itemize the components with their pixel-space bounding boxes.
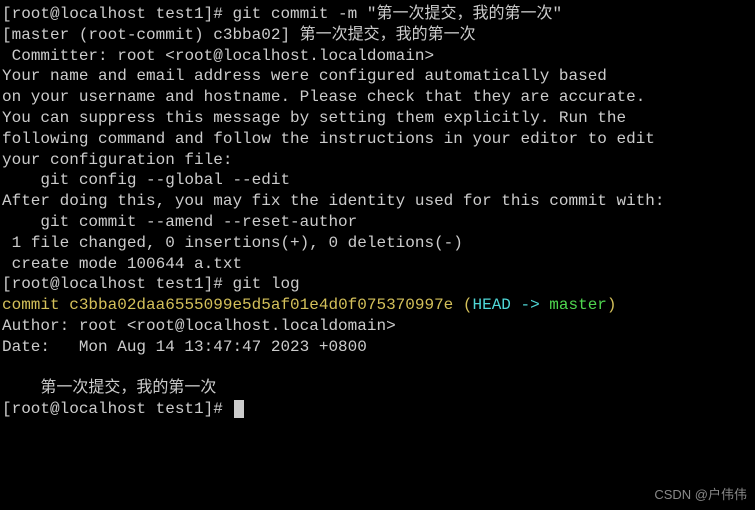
commit-message: 第一次提交，我的第一次 — [2, 378, 753, 399]
output-line: your configuration file: — [2, 150, 753, 171]
output-line: Committer: root <root@localhost.localdom… — [2, 46, 753, 67]
command-text: git commit -m "第一次提交，我的第一次" — [232, 5, 562, 23]
shell-prompt: [root@localhost test1]# — [2, 400, 232, 418]
paren-open: ( — [453, 296, 472, 314]
commit-label: commit — [2, 296, 69, 314]
commit-hash: c3bba02daa6555099e5d5af01e4d0f075370997e — [69, 296, 453, 314]
blank-line — [2, 358, 753, 379]
command-line-1[interactable]: [root@localhost test1]# git commit -m "第… — [2, 4, 753, 25]
branch-name: master — [549, 296, 607, 314]
commit-line: commit c3bba02daa6555099e5d5af01e4d0f075… — [2, 295, 753, 316]
date-line: Date: Mon Aug 14 13:47:47 2023 +0800 — [2, 337, 753, 358]
command-line-2[interactable]: [root@localhost test1]# git log — [2, 274, 753, 295]
output-line: git config --global --edit — [2, 170, 753, 191]
command-text: git log — [232, 275, 299, 293]
output-line: After doing this, you may fix the identi… — [2, 191, 753, 212]
shell-prompt: [root@localhost test1]# — [2, 5, 232, 23]
output-line: Your name and email address were configu… — [2, 66, 753, 87]
author-line: Author: root <root@localhost.localdomain… — [2, 316, 753, 337]
paren-close: ) — [607, 296, 617, 314]
output-line: git commit --amend --reset-author — [2, 212, 753, 233]
watermark-text: CSDN @户伟伟 — [654, 487, 747, 504]
output-line: 1 file changed, 0 insertions(+), 0 delet… — [2, 233, 753, 254]
output-line: create mode 100644 a.txt — [2, 254, 753, 275]
output-line: You can suppress this message by setting… — [2, 108, 753, 129]
cursor-icon — [234, 400, 244, 418]
output-line: following command and follow the instruc… — [2, 129, 753, 150]
output-line: [master (root-commit) c3bba02] 第一次提交，我的第… — [2, 25, 753, 46]
head-label: HEAD -> — [472, 296, 549, 314]
output-line: on your username and hostname. Please ch… — [2, 87, 753, 108]
shell-prompt: [root@localhost test1]# — [2, 275, 232, 293]
command-line-3[interactable]: [root@localhost test1]# — [2, 399, 753, 420]
